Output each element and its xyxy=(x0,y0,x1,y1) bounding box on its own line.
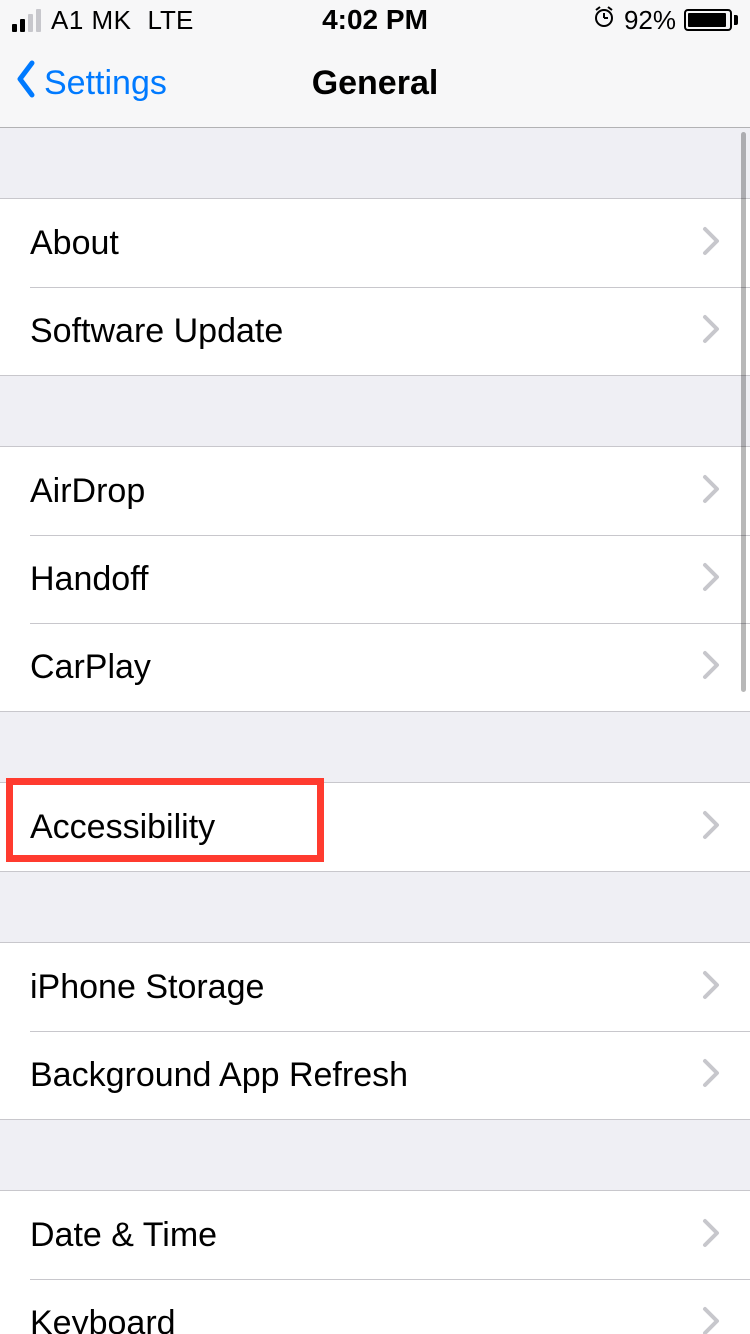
cell-label: Keyboard xyxy=(30,1304,702,1334)
chevron-right-icon xyxy=(702,810,720,845)
group-spacer xyxy=(0,376,750,446)
cell-about[interactable]: About xyxy=(0,199,750,287)
battery-icon xyxy=(684,9,738,31)
chevron-right-icon xyxy=(702,562,720,597)
cell-software-update[interactable]: Software Update xyxy=(0,287,750,375)
cell-handoff[interactable]: Handoff xyxy=(0,535,750,623)
back-label: Settings xyxy=(44,64,167,103)
chevron-right-icon xyxy=(702,1058,720,1093)
cell-label: Background App Refresh xyxy=(30,1056,702,1095)
chevron-right-icon xyxy=(702,970,720,1005)
status-bar: A1 MK LTE 4:02 PM 92% xyxy=(0,0,750,40)
group-spacer xyxy=(0,872,750,942)
chevron-left-icon xyxy=(14,59,38,108)
cell-date-time[interactable]: Date & Time xyxy=(0,1191,750,1279)
carrier-label: A1 MK xyxy=(51,5,132,36)
chevron-right-icon xyxy=(702,474,720,509)
status-left: A1 MK LTE xyxy=(12,5,193,36)
chevron-right-icon xyxy=(702,314,720,349)
cell-label: CarPlay xyxy=(30,648,702,687)
page-title: General xyxy=(312,64,439,103)
group-airdrop: AirDrop Handoff CarPlay xyxy=(0,446,750,712)
cell-label: Accessibility xyxy=(30,808,702,847)
cell-iphone-storage[interactable]: iPhone Storage xyxy=(0,943,750,1031)
back-button[interactable]: Settings xyxy=(0,59,167,108)
scrollbar-indicator xyxy=(741,132,746,692)
group-datetime: Date & Time Keyboard xyxy=(0,1190,750,1334)
nav-bar: Settings General xyxy=(0,40,750,128)
content-scroll[interactable]: About Software Update AirDrop Handoff Ca… xyxy=(0,128,750,1334)
group-storage: iPhone Storage Background App Refresh xyxy=(0,942,750,1120)
network-type-label: LTE xyxy=(148,5,194,36)
signal-strength-icon xyxy=(12,9,41,32)
group-spacer xyxy=(0,128,750,198)
battery-percent-label: 92% xyxy=(624,5,676,36)
group-accessibility: Accessibility xyxy=(0,782,750,872)
alarm-icon xyxy=(592,5,616,36)
chevron-right-icon xyxy=(702,1218,720,1253)
chevron-right-icon xyxy=(702,650,720,685)
cell-carplay[interactable]: CarPlay xyxy=(0,623,750,711)
group-about: About Software Update xyxy=(0,198,750,376)
cell-accessibility[interactable]: Accessibility xyxy=(0,783,750,871)
chevron-right-icon xyxy=(702,1306,720,1334)
cell-label: AirDrop xyxy=(30,472,702,511)
cell-label: Date & Time xyxy=(30,1216,702,1255)
status-right: 92% xyxy=(592,5,738,36)
cell-keyboard[interactable]: Keyboard xyxy=(0,1279,750,1334)
cell-label: Handoff xyxy=(30,560,702,599)
cell-label: About xyxy=(30,224,702,263)
screen: A1 MK LTE 4:02 PM 92% Settings General xyxy=(0,0,750,1334)
cell-label: Software Update xyxy=(30,312,702,351)
cell-airdrop[interactable]: AirDrop xyxy=(0,447,750,535)
group-spacer xyxy=(0,1120,750,1190)
group-spacer xyxy=(0,712,750,782)
clock-label: 4:02 PM xyxy=(322,4,428,36)
cell-background-app-refresh[interactable]: Background App Refresh xyxy=(0,1031,750,1119)
cell-label: iPhone Storage xyxy=(30,968,702,1007)
chevron-right-icon xyxy=(702,226,720,261)
